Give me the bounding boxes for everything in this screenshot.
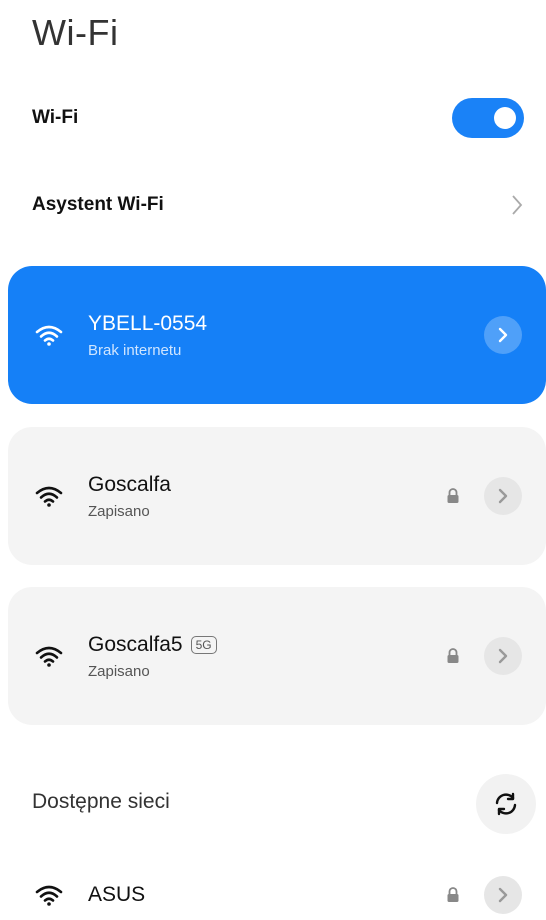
wifi-toggle-label: Wi-Fi (32, 107, 79, 128)
chevron-right-icon (510, 194, 524, 216)
network-name: Goscalfa5 (88, 632, 183, 656)
chevron-right-icon (498, 648, 508, 664)
band-badge: 5G (190, 635, 217, 654)
refresh-button[interactable] (476, 774, 536, 834)
network-status: Brak internetu (88, 341, 182, 359)
connected-network-card[interactable]: YBELL-0554 Brak internetu (8, 266, 546, 404)
lock-icon (444, 886, 462, 904)
network-status: Zapisano (88, 502, 150, 520)
wifi-toggle-switch[interactable] (452, 98, 524, 138)
page-title: Wi-Fi (32, 12, 119, 53)
network-name-row: Goscalfa5 5G (88, 633, 444, 657)
saved-network-card[interactable]: Goscalfa Zapisano (8, 427, 546, 565)
network-details-button[interactable] (484, 316, 522, 354)
wifi-assistant-label: Asystent Wi-Fi (32, 194, 164, 215)
wifi-icon (34, 481, 64, 511)
network-name: YBELL-0554 (88, 311, 208, 335)
wifi-icon (34, 880, 64, 910)
chevron-right-icon (498, 488, 508, 504)
refresh-icon (495, 792, 517, 816)
network-details-button[interactable] (484, 637, 522, 675)
wifi-icon (34, 320, 64, 350)
network-status: Zapisano (88, 662, 150, 680)
lock-icon (444, 487, 462, 505)
network-details-button[interactable] (484, 876, 522, 914)
network-details-button[interactable] (484, 477, 522, 515)
saved-network-card[interactable]: Goscalfa5 5G Zapisano (8, 587, 546, 725)
wifi-icon (34, 641, 64, 671)
network-name: ASUS (88, 883, 146, 906)
toggle-knob (494, 107, 516, 129)
available-network-item[interactable]: ASUS (0, 870, 546, 920)
chevron-right-icon (498, 887, 508, 903)
available-networks-heading: Dostępne sieci (32, 790, 170, 813)
network-name: Goscalfa (88, 472, 171, 496)
wifi-assistant-row[interactable]: Asystent Wi-Fi (32, 190, 524, 220)
chevron-right-icon (498, 327, 508, 343)
wifi-toggle-row[interactable]: Wi-Fi (32, 98, 524, 138)
lock-icon (444, 647, 462, 665)
